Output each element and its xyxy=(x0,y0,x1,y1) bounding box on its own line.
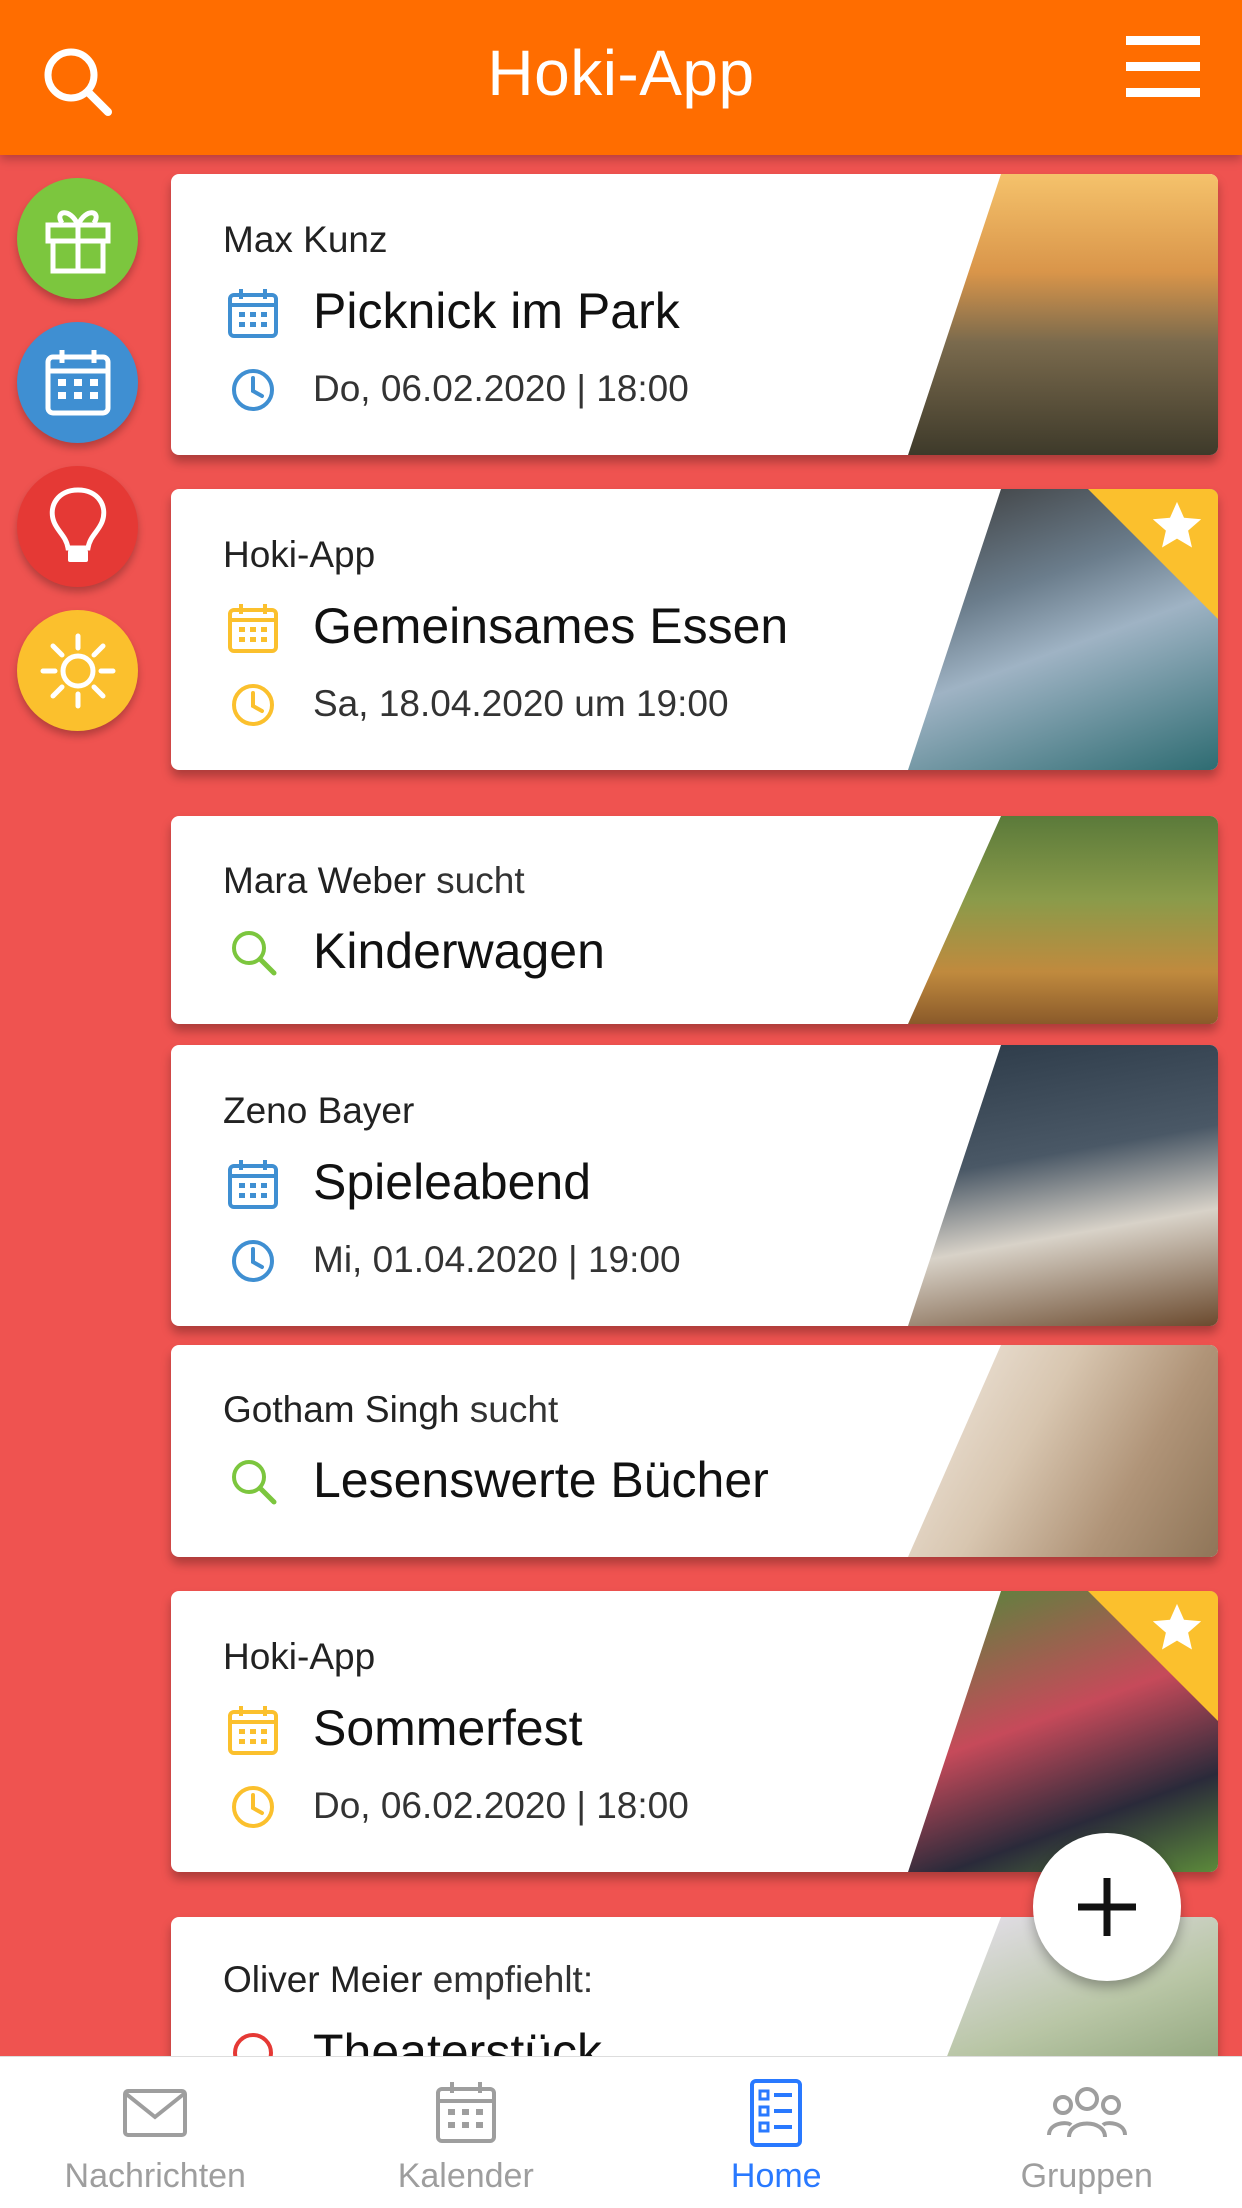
calendar-icon xyxy=(435,2082,496,2143)
clock-icon xyxy=(232,684,274,726)
event-photo xyxy=(908,1045,1218,1326)
feed-card[interactable]: Gotham Singh sucht Lesenswerte Bücher xyxy=(171,1345,1218,1557)
clock-icon xyxy=(232,1240,274,1282)
app-header: Hoki-App xyxy=(0,0,1242,155)
card-author: Gotham Singh sucht xyxy=(223,1389,559,1430)
star-icon xyxy=(1152,1603,1202,1650)
card-author: Max Kunz xyxy=(223,219,388,260)
card-title: Sommerfest xyxy=(313,1700,583,1756)
add-button[interactable] xyxy=(1033,1833,1181,1981)
lightbulb-icon xyxy=(49,486,106,562)
search-icon xyxy=(232,931,277,976)
sun-icon xyxy=(40,633,115,708)
event-photo xyxy=(908,174,1218,455)
calendar-icon xyxy=(228,1706,278,1755)
star-icon xyxy=(1152,501,1202,548)
calendar-icon xyxy=(45,349,110,415)
card-datetime: Mi, 01.04.2020 | 19:00 xyxy=(313,1239,681,1280)
calendar-button[interactable] xyxy=(17,322,138,443)
card-title: Picknick im Park xyxy=(313,283,680,339)
card-author: Mara Weber sucht xyxy=(223,860,525,901)
feed-card[interactable]: Zeno Bayer Spieleabend Mi, 01.04.2020 | … xyxy=(171,1045,1218,1326)
nav-nachrichten[interactable]: Nachrichten xyxy=(0,2057,311,2208)
idea-button[interactable] xyxy=(17,466,138,587)
card-datetime: Do, 06.02.2020 | 18:00 xyxy=(313,368,689,409)
card-author: Zeno Bayer xyxy=(223,1090,415,1131)
card-datetime: Sa, 18.04.2020 um 19:00 xyxy=(313,683,729,724)
calendar-icon xyxy=(228,289,278,338)
clock-icon xyxy=(232,1786,274,1828)
nav-label: Nachrichten xyxy=(64,2157,246,2195)
card-author: Hoki-App xyxy=(223,534,376,575)
gift-button[interactable] xyxy=(17,178,138,299)
card-title: Spieleabend xyxy=(313,1154,592,1210)
group-icon xyxy=(1046,2087,1127,2138)
nav-gruppen[interactable]: Gruppen xyxy=(932,2057,1242,2208)
nav-kalender[interactable]: Kalender xyxy=(311,2057,622,2208)
nav-home[interactable]: Home xyxy=(621,2057,932,2208)
card-title: Lesenswerte Bücher xyxy=(313,1452,769,1508)
card-datetime: Do, 06.02.2020 | 18:00 xyxy=(313,1785,689,1826)
clock-icon xyxy=(232,369,274,411)
search-icon xyxy=(232,1460,277,1505)
card-author: Hoki-App xyxy=(223,1636,376,1677)
nav-label: Gruppen xyxy=(1020,2157,1153,2195)
nav-label: Kalender xyxy=(397,2157,534,2195)
calendar-icon xyxy=(228,604,278,653)
app-title: Hoki-App xyxy=(487,37,755,109)
calendar-icon xyxy=(228,1160,278,1209)
menu-icon[interactable] xyxy=(1126,34,1200,100)
search-photo xyxy=(908,816,1218,1024)
search-photo xyxy=(908,1345,1218,1557)
gift-icon xyxy=(45,209,110,273)
bottom-navigation: Nachrichten Kalender Home Gruppen xyxy=(0,2056,1242,2208)
plus-icon xyxy=(1078,1878,1136,1936)
card-title: Gemeinsames Essen xyxy=(313,598,789,654)
card-author: Oliver Meier empfiehlt: xyxy=(223,1959,594,2000)
list-icon xyxy=(750,2079,803,2147)
card-title: Kinderwagen xyxy=(313,923,605,979)
mail-icon xyxy=(123,2089,188,2137)
feed-card[interactable]: Max Kunz Picknick im Park Do, 06.02.2020… xyxy=(171,174,1218,455)
feed-card[interactable]: Mara Weber sucht Kinderwagen xyxy=(171,816,1218,1024)
feed-card[interactable]: Hoki-App Gemeinsames Essen Sa, 18.04.202… xyxy=(171,489,1218,770)
nav-label: Home xyxy=(730,2157,822,2195)
settings-button[interactable] xyxy=(17,610,138,731)
feed-card[interactable]: Hoki-App Sommerfest Do, 06.02.2020 | 18:… xyxy=(171,1591,1218,1872)
